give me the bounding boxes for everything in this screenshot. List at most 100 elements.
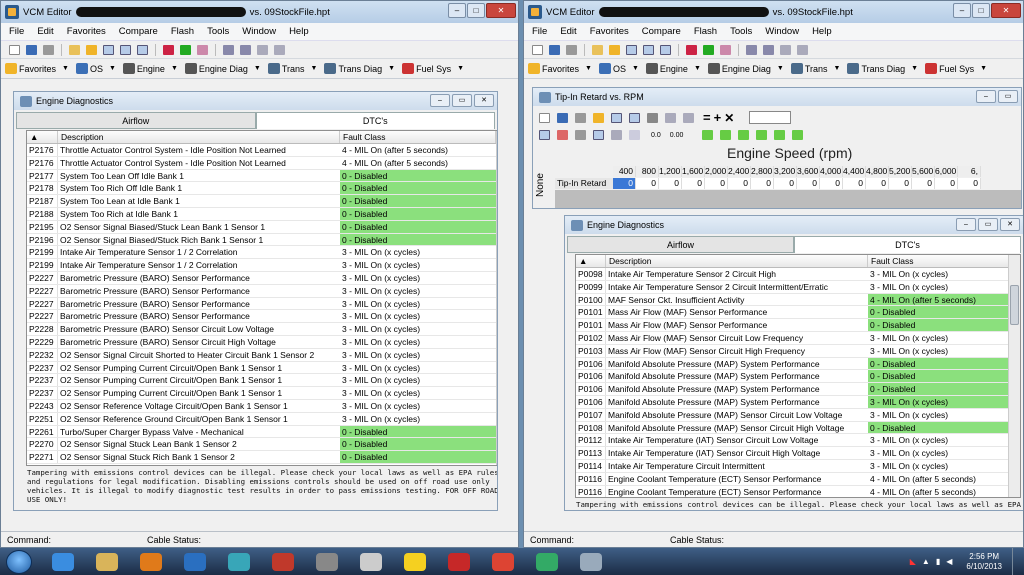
taskbar-media-player-icon[interactable] xyxy=(130,549,172,574)
nav-engine-diag[interactable]: Engine Diag ▼ xyxy=(707,63,787,74)
paste-icon[interactable] xyxy=(681,111,696,125)
nav-engine-diag[interactable]: Engine Diag ▼ xyxy=(184,63,264,74)
menu-item-compare[interactable]: Compare xyxy=(642,26,681,37)
nav-favorites[interactable]: Favorites ▼ xyxy=(528,63,595,74)
vertical-scrollbar[interactable] xyxy=(1008,255,1020,497)
chevron-down-icon[interactable]: ▼ xyxy=(980,65,987,72)
tip-in-retard-value-cell[interactable]: 0 xyxy=(797,178,820,189)
fault-class-cell[interactable]: 3 - MIL On (x cycles) xyxy=(868,460,1010,472)
tip-in-retard-value-cell[interactable]: 0 xyxy=(958,178,981,189)
favorites-star-icon[interactable] xyxy=(607,43,622,57)
fault-class-cell[interactable]: 3 - MIL On (x cycles) xyxy=(868,345,1010,357)
menu-item-flash[interactable]: Flash xyxy=(694,26,717,37)
table-row[interactable]: P2228 Barometric Pressure (BARO) Sensor C… xyxy=(27,323,497,336)
table-row[interactable]: P2227 Barometric Pressure (BARO) Sensor P… xyxy=(27,284,497,298)
child-close-button[interactable]: ✕ xyxy=(474,94,494,107)
taskbar-globe-app-icon[interactable] xyxy=(218,549,260,574)
compare-view-icon[interactable] xyxy=(609,128,624,142)
table-row[interactable]: P2227 Barometric Pressure (BARO) Sensor P… xyxy=(27,297,497,311)
description-column-header[interactable]: Description xyxy=(606,255,868,267)
nav-os[interactable]: OS ▼ xyxy=(598,63,642,74)
fault-class-cell[interactable]: 4 - MIL On (after 5 seconds) xyxy=(340,157,496,169)
fault-class-cell[interactable]: 3 - MIL On (x cycles) xyxy=(340,272,496,284)
fault-class-cell[interactable]: 0 - Disabled xyxy=(868,306,1010,319)
table-row[interactable]: P0098 Intake Air Temperature Sensor 2 Cir… xyxy=(576,268,1020,281)
tray-volume-icon[interactable]: ◀ xyxy=(946,557,952,566)
fault-class-cell[interactable]: 0 - Disabled xyxy=(868,370,1010,383)
menu-item-favorites[interactable]: Favorites xyxy=(67,26,106,37)
table-row[interactable]: P0099 Intake Air Temperature Sensor 2 Cir… xyxy=(576,280,1020,294)
taskbar-explorer-icon[interactable] xyxy=(86,549,128,574)
taskbar-acrobat-vcm-icon[interactable] xyxy=(262,549,304,574)
fault-class-cell[interactable]: 4 - MIL On (after 5 seconds) xyxy=(868,293,1010,306)
chevron-down-icon[interactable]: ▼ xyxy=(834,65,841,72)
flash-write-icon[interactable] xyxy=(701,43,716,57)
chevron-down-icon[interactable]: ▼ xyxy=(777,65,784,72)
fault-class-cell[interactable]: 3 - MIL On (x cycles) xyxy=(340,246,496,258)
sort-column-header[interactable]: ▲ xyxy=(27,131,58,143)
chevron-down-icon[interactable]: ▼ xyxy=(254,65,261,72)
table-row[interactable]: P2271 O2 Sensor Signal Stuck Rich Bank 1 … xyxy=(27,451,497,464)
fault-class-cell[interactable]: 0 - Disabled xyxy=(340,182,496,195)
table-row[interactable]: P2232 O2 Sensor Signal Circuit Shorted to… xyxy=(27,348,497,362)
paste-icon[interactable] xyxy=(795,43,810,57)
tip-in-retard-value-cell[interactable]: 0 xyxy=(751,178,774,189)
taskbar-lightning-icon[interactable] xyxy=(394,549,436,574)
fault-class-cell[interactable]: 3 - MIL On (x cycles) xyxy=(340,310,496,322)
copy-icon[interactable] xyxy=(778,43,793,57)
taskbar-hp-icon[interactable] xyxy=(306,549,348,574)
fault-class-cell[interactable]: 3 - MIL On (x cycles) xyxy=(868,332,1010,344)
interpolate-icon[interactable] xyxy=(627,128,642,142)
tip-in-retard-value-cell[interactable]: 0 xyxy=(682,178,705,189)
copy-icon[interactable] xyxy=(663,111,678,125)
tip-in-retard-value-cell[interactable]: 0 xyxy=(843,178,866,189)
taskbar-car-app-icon[interactable] xyxy=(482,549,524,574)
table-star-icon[interactable] xyxy=(591,111,606,125)
tip-in-retard-value-cell[interactable]: 0 xyxy=(636,178,659,189)
tab-airflow[interactable]: Airflow xyxy=(567,236,794,253)
fault-class-column-header[interactable]: Fault Class xyxy=(868,255,1010,267)
child-restore-button[interactable]: ▭ xyxy=(998,90,1018,103)
table-row[interactable]: P0114 Intake Air Temperature Circuit Inte… xyxy=(576,459,1020,473)
table-icon[interactable] xyxy=(624,43,639,57)
child-restore-button[interactable]: ▭ xyxy=(452,94,472,107)
fault-class-cell[interactable]: 3 - MIL On (x cycles) xyxy=(340,349,496,361)
chart-view-icon[interactable] xyxy=(555,128,570,142)
copy-icon[interactable] xyxy=(255,43,270,57)
table-row[interactable]: P2177 System Too Lean Off Idle Bank 1 0 - … xyxy=(27,169,497,183)
menu-item-tools[interactable]: Tools xyxy=(730,26,752,37)
table-compare-icon[interactable] xyxy=(641,43,656,57)
nav-favorites[interactable]: Favorites ▼ xyxy=(5,63,72,74)
chevron-down-icon[interactable]: ▼ xyxy=(388,65,395,72)
start-button[interactable] xyxy=(6,549,32,574)
smooth-v-icon[interactable] xyxy=(736,128,751,142)
table-row[interactable]: P2176 Throttle Actuator Control System - … xyxy=(27,144,497,157)
table-row[interactable]: P2199 Intake Air Temperature Sensor 1 / 2… xyxy=(27,259,497,272)
open-folder-icon[interactable] xyxy=(67,43,82,57)
table-row[interactable]: P0101 Mass Air Flow (MAF) Sensor Performa… xyxy=(576,306,1020,320)
chevron-down-icon[interactable]: ▼ xyxy=(632,65,639,72)
paste-icon[interactable] xyxy=(272,43,287,57)
back-arrow-icon[interactable] xyxy=(221,43,236,57)
nav-fuel-sys[interactable]: Fuel Sys ▼ xyxy=(402,63,467,74)
nav-fuel-sys[interactable]: Fuel Sys ▼ xyxy=(925,63,990,74)
fault-class-column-header[interactable]: Fault Class xyxy=(340,131,496,143)
value-input[interactable] xyxy=(749,111,792,124)
vertical-scrollbar[interactable] xyxy=(496,131,497,465)
fault-class-cell[interactable]: 3 - MIL On (x cycles) xyxy=(340,400,496,412)
fault-class-cell[interactable]: 3 - MIL On (x cycles) xyxy=(340,413,496,425)
flash-read-icon[interactable] xyxy=(684,43,699,57)
child-restore-button[interactable]: ▭ xyxy=(978,218,998,231)
tip-in-retard-value-cell[interactable]: 0 xyxy=(935,178,958,189)
table-row[interactable]: P0103 Mass Air Flow (MAF) Sensor Circuit … xyxy=(576,344,1020,358)
taskbar-pdf-icon[interactable] xyxy=(438,549,480,574)
tip-in-retard-value-cell[interactable]: 0 xyxy=(889,178,912,189)
nav-os[interactable]: OS ▼ xyxy=(75,63,119,74)
tray-expand-icon[interactable]: ▲ xyxy=(922,557,930,566)
child-close-button[interactable]: ✕ xyxy=(1000,218,1020,231)
taskbar-dashboard-app-icon[interactable] xyxy=(526,549,568,574)
child-minimize-button[interactable]: – xyxy=(976,90,996,103)
save-icon[interactable] xyxy=(24,43,39,57)
tip-in-retard-value-cell[interactable]: 0 xyxy=(866,178,889,189)
print-icon[interactable] xyxy=(41,43,56,57)
